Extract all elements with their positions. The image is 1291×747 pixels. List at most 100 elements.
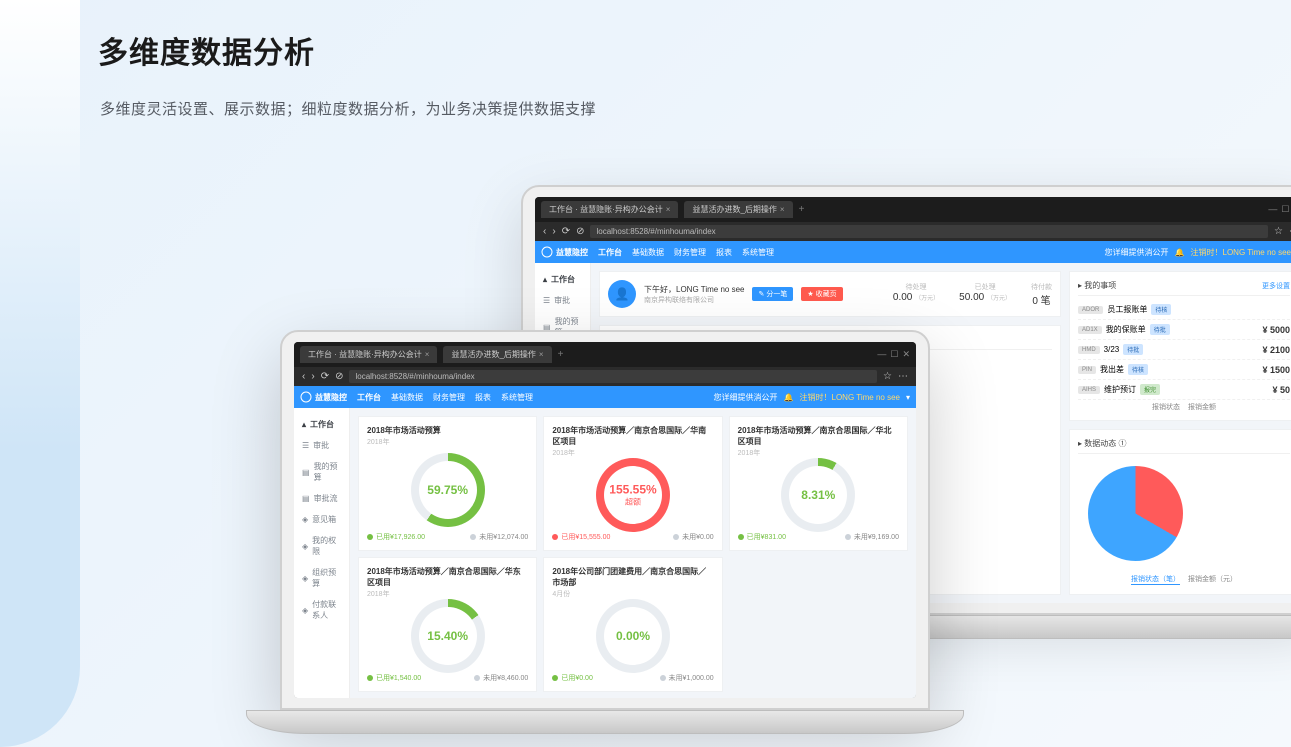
status-badge: 待核	[1151, 304, 1171, 315]
gauge-title: 2018年市场活动预算	[367, 425, 528, 436]
browser-tab[interactable]: 益慧活办进数_后期操作×	[684, 201, 792, 218]
list-item[interactable]: AD1X我的保账单待批¥ 5000	[1078, 320, 1290, 340]
laptop-front: 工作台 · 益慧隐账·异构办公会计× 益慧活办进数_后期操作× + — ☐ ✕ ‹ …	[280, 330, 930, 710]
bell-icon[interactable]: 🔔	[1175, 248, 1185, 257]
bell-icon[interactable]: 🔔	[784, 393, 794, 402]
app-topbar: 益慧隐控 工作台基础数据财务管理报表系统管理 您详细提供消公开 🔔 注销时！LO…	[294, 386, 916, 408]
sidebar-item-我的预算[interactable]: ▤我的预算	[294, 456, 349, 488]
pie-chart	[1088, 466, 1183, 561]
item-no: HMD	[1078, 346, 1100, 354]
gauge-title: 2018年公司部门团建费用／南京合思国际／市场部	[552, 566, 713, 588]
nav-报表[interactable]: 报表	[475, 392, 491, 403]
gauge-title: 2018年市场活动预算／南京合思国际／华东区项目	[367, 566, 528, 588]
sidebar-icon: ◈	[302, 574, 308, 583]
address-field[interactable]: localhost:8528/#/minhouma/index	[349, 370, 877, 383]
list-item[interactable]: HMD3/23待批¥ 2100	[1078, 340, 1290, 360]
nav-系统管理[interactable]: 系统管理	[501, 392, 533, 403]
item-no: PIN	[1078, 366, 1096, 374]
close-icon[interactable]: ×	[780, 205, 785, 214]
list-item[interactable]: ADOR员工报账单待核	[1078, 300, 1290, 320]
nav-工作台[interactable]: 工作台	[598, 247, 622, 258]
browser-tab[interactable]: 工作台 · 益慧隐账·异构办公会计×	[541, 201, 678, 218]
user-alert[interactable]: 注销时！LONG Time no see	[800, 392, 900, 403]
pie-switch[interactable]: 报销状态（笔）	[1131, 574, 1180, 585]
close-window-icon[interactable]: ✕	[902, 349, 910, 360]
list-item[interactable]: AIHS维护预订报完¥ 50	[1078, 380, 1290, 400]
sidebar-icon: ☰	[302, 441, 309, 450]
sidebar-item-工作台[interactable]: ▴工作台	[535, 269, 590, 290]
nav-工作台[interactable]: 工作台	[357, 392, 381, 403]
sidebar-item-付款联系人[interactable]: ◈付款联系人	[294, 594, 349, 626]
item-no: AD1X	[1078, 326, 1102, 334]
gauge-ring: 155.55%超额	[596, 458, 670, 532]
nav-基础数据[interactable]: 基础数据	[632, 247, 664, 258]
item-price: ¥ 2100	[1262, 345, 1290, 355]
close-icon[interactable]: ×	[666, 205, 671, 214]
browser-urlbar: ‹ › ⟳ ⊘ localhost:8528/#/minhouma/index …	[294, 367, 916, 386]
sidebar-icon: ◈	[302, 606, 308, 615]
nav-报表[interactable]: 报表	[716, 247, 732, 258]
insecure-icon: ⊘	[335, 371, 343, 382]
avatar[interactable]: 👤	[608, 280, 636, 308]
sidebar-item-审批[interactable]: ☰审批	[294, 435, 349, 456]
assign-button[interactable]: ✎ 分一笔	[752, 287, 793, 301]
list-item[interactable]: PIN我出差待核¥ 1500	[1078, 360, 1290, 380]
item-price: ¥ 50	[1272, 385, 1290, 395]
browser-tab[interactable]: 益慧活办进数_后期操作×	[443, 346, 551, 363]
reload-icon[interactable]: ⟳	[562, 226, 570, 237]
nav-基础数据[interactable]: 基础数据	[391, 392, 423, 403]
gauge-value: 0.00%	[616, 629, 650, 643]
minimize-icon[interactable]: —	[877, 349, 886, 360]
nav-forward-icon[interactable]: ›	[552, 226, 555, 237]
nav-back-icon[interactable]: ‹	[302, 371, 305, 382]
close-icon[interactable]: ×	[425, 350, 430, 359]
nav-财务管理[interactable]: 财务管理	[674, 247, 706, 258]
sidebar-item-我的权限[interactable]: ◈我的权限	[294, 530, 349, 562]
sidebar-item-意见箱[interactable]: ◈意见箱	[294, 509, 349, 530]
browser-tabbar: 工作台 · 益慧隐账·异构办公会计× 益慧活办进数_后期操作× + —☐✕	[535, 197, 1291, 222]
sidebar-item-审批流[interactable]: ▤审批流	[294, 488, 349, 509]
matters-card: ▸ 我的事项更多设置 ADOR员工报账单待核AD1X我的保账单待批¥ 5000H…	[1069, 271, 1291, 421]
notice-text[interactable]: 您详细提供消公开	[1105, 247, 1169, 258]
new-tab-icon[interactable]: +	[799, 204, 805, 215]
gauge-card: 2018年市场活动预算／南京合思国际／华南区项目2018年155.55%超额已用…	[543, 416, 722, 551]
nav-系统管理[interactable]: 系统管理	[742, 247, 774, 258]
browser-tab[interactable]: 工作台 · 益慧隐账·异构办公会计×	[300, 346, 437, 363]
browser-urlbar: ‹ › ⟳ ⊘ localhost:8528/#/minhouma/index …	[535, 222, 1291, 241]
sidebar-icon: ◈	[302, 542, 308, 551]
gauge-card: 2018年市场活动预算／南京合思国际／华北区项目2018年8.31%已用¥831…	[729, 416, 908, 551]
menu-icon[interactable]: ⋯	[898, 371, 908, 382]
page-subtitle: 多维度灵活设置、展示数据；细粒度数据分析，为业务决策提供数据支撑	[100, 98, 1291, 119]
minimize-icon[interactable]: —	[1268, 204, 1277, 215]
chart-card: ▸ 数据动态 ① 报销状态（笔）报销金额（元）	[1069, 429, 1291, 595]
gauge-ring: 8.31%	[781, 458, 855, 532]
new-tab-icon[interactable]: +	[558, 349, 564, 360]
star-icon[interactable]: ☆	[1274, 226, 1283, 237]
pie-switch[interactable]: 报销金额（元）	[1188, 574, 1237, 585]
user-alert[interactable]: 注销时！LONG Time no see	[1191, 247, 1291, 258]
notice-text[interactable]: 您详细提供消公开	[714, 392, 778, 403]
nav-forward-icon[interactable]: ›	[311, 371, 314, 382]
gauge-card: 2018年市场活动预算／南京合思国际／华东区项目2018年15.40%已用¥1,…	[358, 557, 537, 692]
more-link[interactable]: 更多设置	[1262, 281, 1290, 291]
sidebar-item-组织预算[interactable]: ◈组织预算	[294, 562, 349, 594]
sidebar-item-工作台[interactable]: ▴工作台	[294, 414, 349, 435]
reload-icon[interactable]: ⟳	[321, 371, 329, 382]
nav-财务管理[interactable]: 财务管理	[433, 392, 465, 403]
nav-back-icon[interactable]: ‹	[543, 226, 546, 237]
page-title: 多维度数据分析	[98, 28, 315, 72]
star-icon[interactable]: ☆	[883, 371, 892, 382]
app-logo[interactable]: 益慧隐控	[300, 391, 347, 403]
gauge-footer: 已用¥831.00未用¥9,169.00	[738, 532, 899, 542]
gauge-ring: 15.40%	[411, 599, 485, 673]
favorite-button[interactable]: ★ 收藏页	[801, 287, 842, 301]
chevron-down-icon[interactable]: ▾	[906, 393, 910, 402]
sidebar-item-审批[interactable]: ☰审批	[535, 290, 590, 311]
address-field[interactable]: localhost:8528/#/minhouma/index	[590, 225, 1268, 238]
maximize-icon[interactable]: ☐	[1281, 204, 1289, 215]
maximize-icon[interactable]: ☐	[890, 349, 898, 360]
close-icon[interactable]: ×	[539, 350, 544, 359]
app-logo[interactable]: 益慧隐控	[541, 246, 588, 258]
gauge-subtitle: 2018年	[367, 589, 528, 599]
item-no: AIHS	[1078, 386, 1100, 394]
